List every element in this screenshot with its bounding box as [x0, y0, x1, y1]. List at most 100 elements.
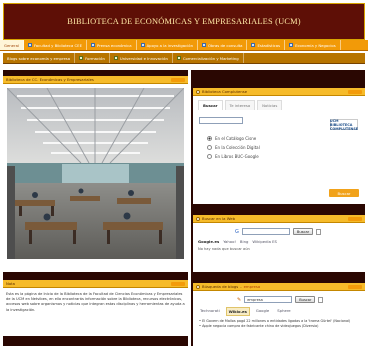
news-text: Apple negocia compra de fabricante chino…: [202, 323, 319, 328]
page-icon: [90, 43, 95, 47]
panel-title: Buscar en la Web: [202, 216, 235, 221]
tab-estadisticas[interactable]: Estadísticas: [247, 40, 286, 50]
web-search-panel: Buscar en la Web G Buscar Google.es Yaho…: [193, 215, 365, 272]
option-catalogo[interactable]: En el Catálogo Cisne: [207, 136, 351, 141]
widget-icon: [196, 89, 200, 94]
tab-sphere[interactable]: Sphere: [275, 307, 292, 316]
main-tabs: General Facultad y Biblioteca CEE Prensa…: [0, 40, 368, 51]
tab-prensa[interactable]: Prensa económica: [87, 40, 137, 50]
blog-search-button[interactable]: Buscar: [295, 296, 316, 303]
tab-facultad[interactable]: Facultad y Biblioteca CEE: [24, 40, 87, 50]
panel-title: Biblioteca de CC. Económicas y Empresari…: [6, 77, 94, 82]
panel-title-suffix: empresa: [243, 284, 261, 289]
option-coleccion[interactable]: En la Colección Digital: [207, 145, 351, 150]
site-title: BIBLIOTECA DE ECONÓMICAS Y EMPRESARIALES…: [67, 17, 301, 26]
panel-header[interactable]: Biblioteca de CC. Económicas y Empresari…: [3, 76, 188, 84]
radio-button[interactable]: [207, 136, 212, 141]
page-icon: [113, 56, 118, 60]
tab-yahoo[interactable]: Yahoo!: [223, 239, 236, 244]
sub-tabs: Blogs sobre economía y empresa Formación…: [3, 53, 365, 64]
catalog-tabs: Buscar Te interesa Noticias: [198, 100, 360, 110]
widget-icon: [196, 216, 200, 221]
subtab-label: Universidad e Innovación: [119, 55, 168, 61]
page-icon: [140, 43, 145, 47]
panel-title: Biblioteca Complutense: [202, 89, 248, 94]
web-search-button[interactable]: Buscar: [292, 228, 314, 235]
tab-technorati[interactable]: Technorati: [198, 307, 222, 316]
page-icon: [201, 43, 206, 47]
page-icon: [251, 43, 256, 47]
web-search-input[interactable]: [241, 228, 290, 235]
panel-header[interactable]: Buscar en la Web: [193, 215, 365, 223]
tab-google[interactable]: Google.es: [198, 239, 219, 244]
options-icon[interactable]: [316, 228, 322, 235]
subtab-label: Comercialización y Marketing: [182, 55, 239, 61]
tab-google-blogs[interactable]: Google: [254, 307, 271, 316]
subtab-marketing[interactable]: Comercialización y Marketing: [173, 53, 244, 63]
empty-results-text: No hay nada que buscar aún: [198, 247, 250, 251]
radio-button[interactable]: [207, 154, 212, 159]
option-label: En Libros BUC-Google: [215, 154, 259, 159]
option-label: En la Colección Digital: [215, 145, 260, 150]
panel-controls[interactable]: [348, 89, 362, 94]
note-panel: Nota Esta es la página de Inicio de la B…: [3, 280, 188, 336]
site-header: BIBLIOTECA DE ECONÓMICAS Y EMPRESARIALES…: [3, 3, 365, 40]
page-icon: [176, 56, 181, 60]
tab-wikio[interactable]: Wikio.es: [225, 307, 250, 316]
blog-search-panel: Búsqueda de blogs - empresa ✎ empresa Bu…: [193, 283, 365, 346]
panel-title: Nota: [6, 281, 15, 286]
google-g-icon: G: [235, 228, 239, 235]
page-icon: [79, 56, 84, 60]
news-text: El Govern de Mallos pagó 22 millones a e…: [202, 319, 351, 323]
tab-general[interactable]: General: [0, 40, 24, 50]
news-item[interactable]: • Apple negocia compra de fabricante chi…: [199, 324, 359, 329]
panel-controls[interactable]: [171, 77, 185, 82]
panel-controls[interactable]: [348, 284, 362, 289]
blog-icon: ✎: [237, 296, 242, 303]
web-engine-tabs: Google.es Yahoo! Bing Wikipedia ES: [198, 239, 360, 244]
panel-header[interactable]: Búsqueda de blogs - empresa: [193, 283, 365, 291]
catalog-search-input[interactable]: [199, 117, 243, 124]
blog-engine-tabs: Technorati Wikio.es Google Sphere: [198, 307, 360, 316]
tab-buscar[interactable]: Buscar: [198, 100, 223, 110]
tab-label: General: [4, 42, 19, 48]
panel-title: Búsqueda de blogs: [202, 284, 239, 289]
page-icon: [27, 43, 32, 47]
tab-label: Obras de consulta: [207, 42, 243, 48]
tab-label: Apoyo a la investigación: [146, 42, 193, 48]
tab-apoyo[interactable]: Apoyo a la investigación: [137, 40, 198, 50]
tab-noticias[interactable]: Noticias: [257, 100, 283, 110]
library-photo: [7, 88, 184, 259]
subtab-blogs[interactable]: Blogs sobre economía y empresa: [3, 53, 76, 63]
tab-label: Facultad y Biblioteca CEE: [33, 42, 82, 48]
subtab-formacion[interactable]: Formación: [75, 53, 110, 63]
page-icon: [289, 43, 294, 47]
panel-header[interactable]: Nota: [3, 280, 188, 288]
radio-button[interactable]: [207, 145, 212, 150]
photo-panel: Biblioteca de CC. Económicas y Empresari…: [3, 76, 188, 272]
tab-economia[interactable]: Economía y Negocios: [285, 40, 341, 50]
panel-controls[interactable]: [171, 281, 185, 286]
subtab-universidad[interactable]: Universidad e Innovación: [110, 53, 173, 63]
catalog-search-button[interactable]: Buscar: [329, 189, 359, 197]
ucm-library-logo: UCM BIBLIOTECA COMPLUTENSE: [329, 118, 359, 131]
note-text: Esta es la página de Inicio de la Biblio…: [6, 292, 185, 312]
blog-search-input[interactable]: empresa: [244, 296, 293, 303]
tab-label: Economía y Negocios: [295, 42, 336, 48]
subtab-label: Blogs sobre economía y empresa: [7, 55, 71, 61]
panel-controls[interactable]: [348, 216, 362, 221]
tab-obras[interactable]: Obras de consulta: [198, 40, 248, 50]
panel-header[interactable]: Biblioteca Complutense: [193, 88, 365, 96]
widget-icon: [196, 284, 200, 289]
tab-wikipedia[interactable]: Wikipedia ES: [252, 239, 277, 244]
complutense-panel: Biblioteca Complutense Buscar Te interes…: [193, 88, 365, 204]
blog-news-list: • El Govern de Mallos pagó 22 millones a…: [199, 319, 359, 328]
options-icon[interactable]: [318, 296, 324, 303]
tab-bing[interactable]: Bing: [240, 239, 248, 244]
subtab-label: Formación: [85, 55, 105, 61]
tab-label: Estadísticas: [257, 42, 281, 48]
option-libros[interactable]: En Libros BUC-Google: [207, 154, 351, 159]
option-label: En el Catálogo Cisne: [215, 136, 257, 141]
tab-label: Prensa económica: [96, 42, 132, 48]
tab-te-interesa[interactable]: Te interesa: [224, 100, 256, 110]
